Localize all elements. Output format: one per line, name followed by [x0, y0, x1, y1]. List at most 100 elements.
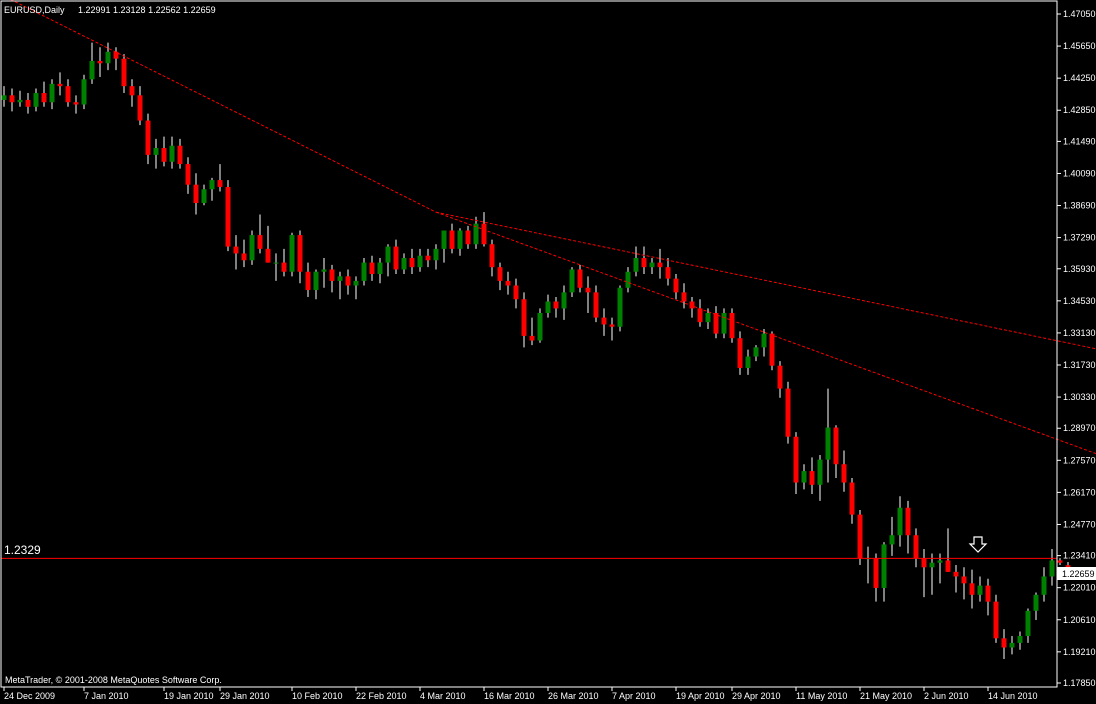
candle-body — [793, 436, 799, 483]
price-tick-label: 1.24770 — [1063, 519, 1096, 529]
candle — [233, 235, 239, 270]
candle-body — [729, 312, 735, 339]
price-tick-label: 1.37290 — [1063, 233, 1096, 243]
candle-body — [737, 338, 743, 368]
time-tick-label: 4 Mar 2010 — [420, 691, 466, 701]
candle-body — [1025, 610, 1031, 637]
candle-body — [113, 51, 119, 59]
candle-body — [545, 301, 551, 313]
candle-body — [481, 223, 487, 245]
candles-layer — [1, 42, 1071, 659]
candle-body — [561, 292, 567, 309]
candle — [601, 308, 607, 336]
candle — [433, 244, 439, 270]
price-tick-label: 1.17850 — [1063, 678, 1096, 688]
candle-body — [1017, 636, 1023, 643]
candle — [561, 285, 567, 320]
candle — [425, 248, 431, 268]
candle-body — [857, 514, 863, 559]
candle — [657, 248, 663, 279]
time-tick-label: 24 Dec 2009 — [4, 691, 55, 701]
candle-body — [513, 285, 519, 300]
candle-body — [849, 482, 855, 515]
candle-body — [249, 235, 255, 261]
price-tick-label: 1.38690 — [1063, 201, 1096, 211]
candle — [321, 258, 327, 288]
candle-body — [225, 186, 231, 247]
time-tick-label: 7 Jan 2010 — [84, 691, 129, 701]
candle — [217, 164, 223, 192]
candle-body — [665, 267, 671, 279]
candle — [81, 74, 87, 110]
candle — [665, 258, 671, 286]
candle-body — [761, 333, 767, 348]
candle — [89, 42, 95, 84]
time-tick-label: 7 Apr 2010 — [612, 691, 656, 701]
candle — [833, 425, 839, 478]
symbol-label: EURUSD,Daily — [4, 5, 65, 15]
candle-body — [17, 99, 23, 103]
candle — [297, 230, 303, 284]
price-tick-label: 1.44250 — [1063, 73, 1096, 83]
candle-body — [585, 287, 591, 293]
candle-body — [625, 271, 631, 288]
candle — [1001, 629, 1007, 659]
candle — [25, 93, 31, 114]
candle — [961, 567, 967, 600]
candle-body — [769, 333, 775, 366]
candle — [201, 184, 207, 206]
candle — [465, 225, 471, 249]
price-chart[interactable]: 1.2329 1.47050 1.45650 1.44250 1.42850 1.414… — [0, 0, 1096, 704]
price-tick-label: 1.27570 — [1063, 455, 1096, 465]
candle-body — [401, 258, 407, 270]
candle — [529, 317, 535, 346]
candle-body — [281, 262, 287, 272]
candle — [1041, 567, 1047, 602]
candle-body — [193, 184, 199, 204]
candle-body — [641, 258, 647, 268]
candle — [801, 464, 807, 490]
candle-body — [569, 269, 575, 293]
candle-body — [633, 258, 639, 272]
candle — [113, 47, 119, 71]
candle — [681, 283, 687, 309]
time-tick-label: 22 Feb 2010 — [356, 691, 407, 701]
price-tick-label: 1.28970 — [1063, 423, 1096, 433]
candle — [225, 180, 231, 252]
time-axis: 24 Dec 2009 7 Jan 2010 19 Jan 2010 29 Jan 2… — [3, 687, 1038, 701]
candle — [1025, 608, 1031, 643]
candle — [969, 569, 975, 609]
candle — [281, 248, 287, 277]
candle-body — [1057, 560, 1063, 563]
candle — [65, 79, 71, 107]
candle — [585, 276, 591, 313]
candle-body — [521, 299, 527, 336]
candle — [817, 455, 823, 501]
candle — [689, 296, 695, 318]
candle — [1033, 592, 1039, 620]
candle — [913, 528, 919, 568]
candle — [729, 308, 735, 343]
candle — [673, 274, 679, 300]
horizontal-line-label: 1.2329 — [4, 543, 41, 557]
candle — [369, 255, 375, 281]
candle — [1049, 548, 1055, 586]
candle-body — [601, 317, 607, 325]
candle — [609, 317, 615, 341]
candle-body — [161, 148, 167, 162]
candle — [769, 331, 775, 371]
candle-body — [841, 464, 847, 483]
price-tick-label: 1.34530 — [1063, 296, 1096, 306]
candle — [617, 285, 623, 332]
candle — [841, 450, 847, 492]
chart-frame — [0, 0, 1058, 688]
candle-body — [353, 280, 359, 286]
candle-body — [337, 276, 343, 281]
candle — [257, 214, 263, 254]
candle — [641, 246, 647, 275]
time-tick-label: 26 Mar 2010 — [548, 691, 599, 701]
candle-body — [817, 459, 823, 485]
candle — [9, 88, 15, 112]
candle — [193, 173, 199, 215]
candle — [777, 361, 783, 398]
